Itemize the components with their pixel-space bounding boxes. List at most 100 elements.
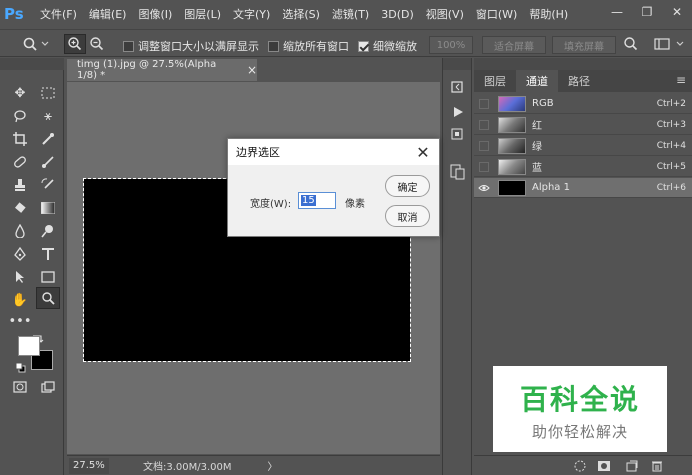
actions-play-icon[interactable] [448, 102, 468, 122]
scrubby-zoom-checkbox[interactable]: 细微缩放 [358, 38, 417, 54]
history-panel-icon[interactable] [448, 78, 468, 98]
status-bar: 27.5% 文档:3.00M/3.00M 〉 [67, 455, 440, 475]
blur-tool-icon[interactable] [8, 220, 32, 242]
panel-menu-icon[interactable]: ≡ [676, 73, 686, 87]
close-icon[interactable]: ✕ [413, 142, 433, 162]
menu-view[interactable]: 视图(V) [426, 6, 464, 22]
channel-row-blue[interactable]: 蓝 Ctrl+5 [474, 157, 692, 177]
default-colors-icon[interactable] [15, 362, 26, 373]
type-tool-icon[interactable] [36, 243, 60, 265]
fit-screen-button[interactable]: 适合屏幕 [482, 36, 546, 54]
pen-tool-icon[interactable] [8, 243, 32, 265]
menu-layer[interactable]: 图层(L) [184, 6, 221, 22]
menu-edit[interactable]: 编辑(E) [89, 6, 127, 22]
channel-row-alpha-1[interactable]: Alpha 1 Ctrl+6 [474, 178, 692, 198]
trash-icon[interactable] [649, 459, 665, 473]
healing-brush-tool-icon[interactable] [8, 151, 32, 173]
eye-icon[interactable] [474, 178, 494, 198]
menu-file[interactable]: 文件(F) [40, 6, 77, 22]
zoom-all-label: 缩放所有窗口 [283, 40, 349, 53]
panel-tabs: 图层 通道 路径 [474, 70, 692, 92]
fill-screen-button[interactable]: 填充屏幕 [552, 36, 616, 54]
workspace-icon[interactable] [650, 34, 674, 54]
brush-tool-icon[interactable] [36, 151, 60, 173]
properties-panel-icon[interactable] [448, 124, 468, 144]
menu-help[interactable]: 帮助(H) [529, 6, 568, 22]
history-brush-tool-icon[interactable] [36, 174, 60, 196]
zoom-tool-preset-icon[interactable] [20, 34, 42, 54]
menu-type[interactable]: 文字(Y) [233, 6, 270, 22]
zoom-out-icon[interactable] [86, 34, 108, 54]
width-input[interactable]: 15 [298, 192, 336, 209]
menu-image[interactable]: 图像(I) [138, 6, 172, 22]
zoom-in-icon[interactable] [64, 34, 86, 54]
tab-layers[interactable]: 图层 [474, 70, 516, 92]
visibility-toggle[interactable] [479, 119, 489, 130]
foreground-color-swatch[interactable] [18, 336, 40, 356]
resize-windows-checkbox[interactable]: 调整窗口大小以满屏显示 [123, 38, 259, 54]
cancel-button[interactable]: 取消 [385, 205, 430, 227]
visibility-toggle[interactable] [479, 161, 489, 172]
move-tool-icon[interactable]: ✥ [8, 82, 32, 104]
chevron-down-icon[interactable] [40, 34, 50, 54]
width-label: 宽度(W): [250, 199, 292, 210]
resize-windows-box[interactable] [123, 40, 134, 52]
magic-wand-tool-icon[interactable]: ⚹ [36, 105, 60, 127]
channel-row-green[interactable]: 绿 Ctrl+4 [474, 136, 692, 156]
load-selection-icon[interactable] [572, 459, 588, 473]
tab-channels[interactable]: 通道 [516, 70, 558, 92]
clone-stamp-tool-icon[interactable] [8, 174, 32, 196]
screen-mode-icon[interactable] [36, 376, 60, 398]
photoshop-logo: Ps [4, 5, 24, 23]
dodge-tool-icon[interactable] [36, 220, 60, 242]
eraser-tool-icon[interactable] [8, 197, 32, 219]
scrubby-zoom-box[interactable] [358, 40, 369, 52]
menu-filter[interactable]: 滤镜(T) [332, 6, 369, 22]
channel-thumbnail [498, 179, 526, 196]
menu-3d[interactable]: 3D(D) [381, 8, 414, 21]
path-selection-tool-icon[interactable] [8, 266, 32, 288]
search-icon[interactable] [620, 34, 642, 54]
options-bar: 调整窗口大小以满屏显示 缩放所有窗口 细微缩放 100% 适合屏幕 填充屏幕 [0, 29, 692, 57]
hand-tool-icon[interactable]: ✋ [8, 289, 32, 311]
save-selection-icon[interactable] [596, 459, 612, 473]
crop-tool-icon[interactable] [8, 128, 32, 150]
chevron-right-icon[interactable]: 〉 [268, 458, 278, 473]
zoom-all-box[interactable] [268, 40, 279, 52]
zoom-all-checkbox[interactable]: 缩放所有窗口 [268, 38, 349, 54]
marquee-tool-icon[interactable] [36, 82, 60, 104]
visibility-toggle[interactable] [479, 140, 489, 151]
minimize-button[interactable]: — [602, 0, 632, 24]
channel-row-red[interactable]: 红 Ctrl+3 [474, 115, 692, 135]
zoom-tool-icon[interactable] [36, 287, 60, 309]
new-channel-icon[interactable] [624, 459, 640, 473]
zoom-100-button[interactable]: 100% [429, 36, 473, 54]
rectangle-tool-icon[interactable] [36, 266, 60, 288]
adjustments-panel-icon[interactable] [448, 162, 468, 182]
menu-select[interactable]: 选择(S) [282, 6, 320, 22]
close-window-button[interactable]: ✕ [662, 0, 692, 24]
close-tab-icon[interactable]: × [247, 63, 257, 77]
quick-mask-icon[interactable] [8, 376, 32, 398]
document-tab[interactable]: timg (1).jpg @ 27.5%(Alpha 1/8) * × [67, 59, 257, 81]
lasso-tool-icon[interactable] [8, 105, 32, 127]
restore-button[interactable]: ❐ [632, 0, 662, 24]
menu-window[interactable]: 窗口(W) [476, 6, 517, 22]
ok-button[interactable]: 确定 [385, 175, 430, 197]
chevron-down-icon[interactable] [674, 34, 686, 54]
resize-windows-label: 调整窗口大小以满屏显示 [138, 40, 259, 53]
eyedropper-tool-icon[interactable] [36, 128, 60, 150]
border-selection-dialog: 边界选区 ✕ 宽度(W): 15 像素 确定 取消 [227, 138, 440, 237]
collapsed-panel-strip [442, 58, 472, 475]
channel-name: 红 [532, 121, 542, 132]
zoom-level-field[interactable]: 27.5% [69, 457, 109, 474]
document-size-info: 文档:3.00M/3.00M [143, 462, 232, 473]
tab-paths[interactable]: 路径 [558, 70, 600, 92]
more-tools-icon[interactable]: ••• [8, 310, 32, 332]
width-value: 15 [301, 195, 316, 206]
visibility-toggle[interactable] [479, 98, 489, 109]
gradient-tool-icon[interactable] [36, 197, 60, 219]
channel-row-rgb[interactable]: RGB Ctrl+2 [474, 94, 692, 114]
channel-shortcut: Ctrl+3 [656, 119, 686, 130]
channel-shortcut: Ctrl+2 [656, 98, 686, 109]
